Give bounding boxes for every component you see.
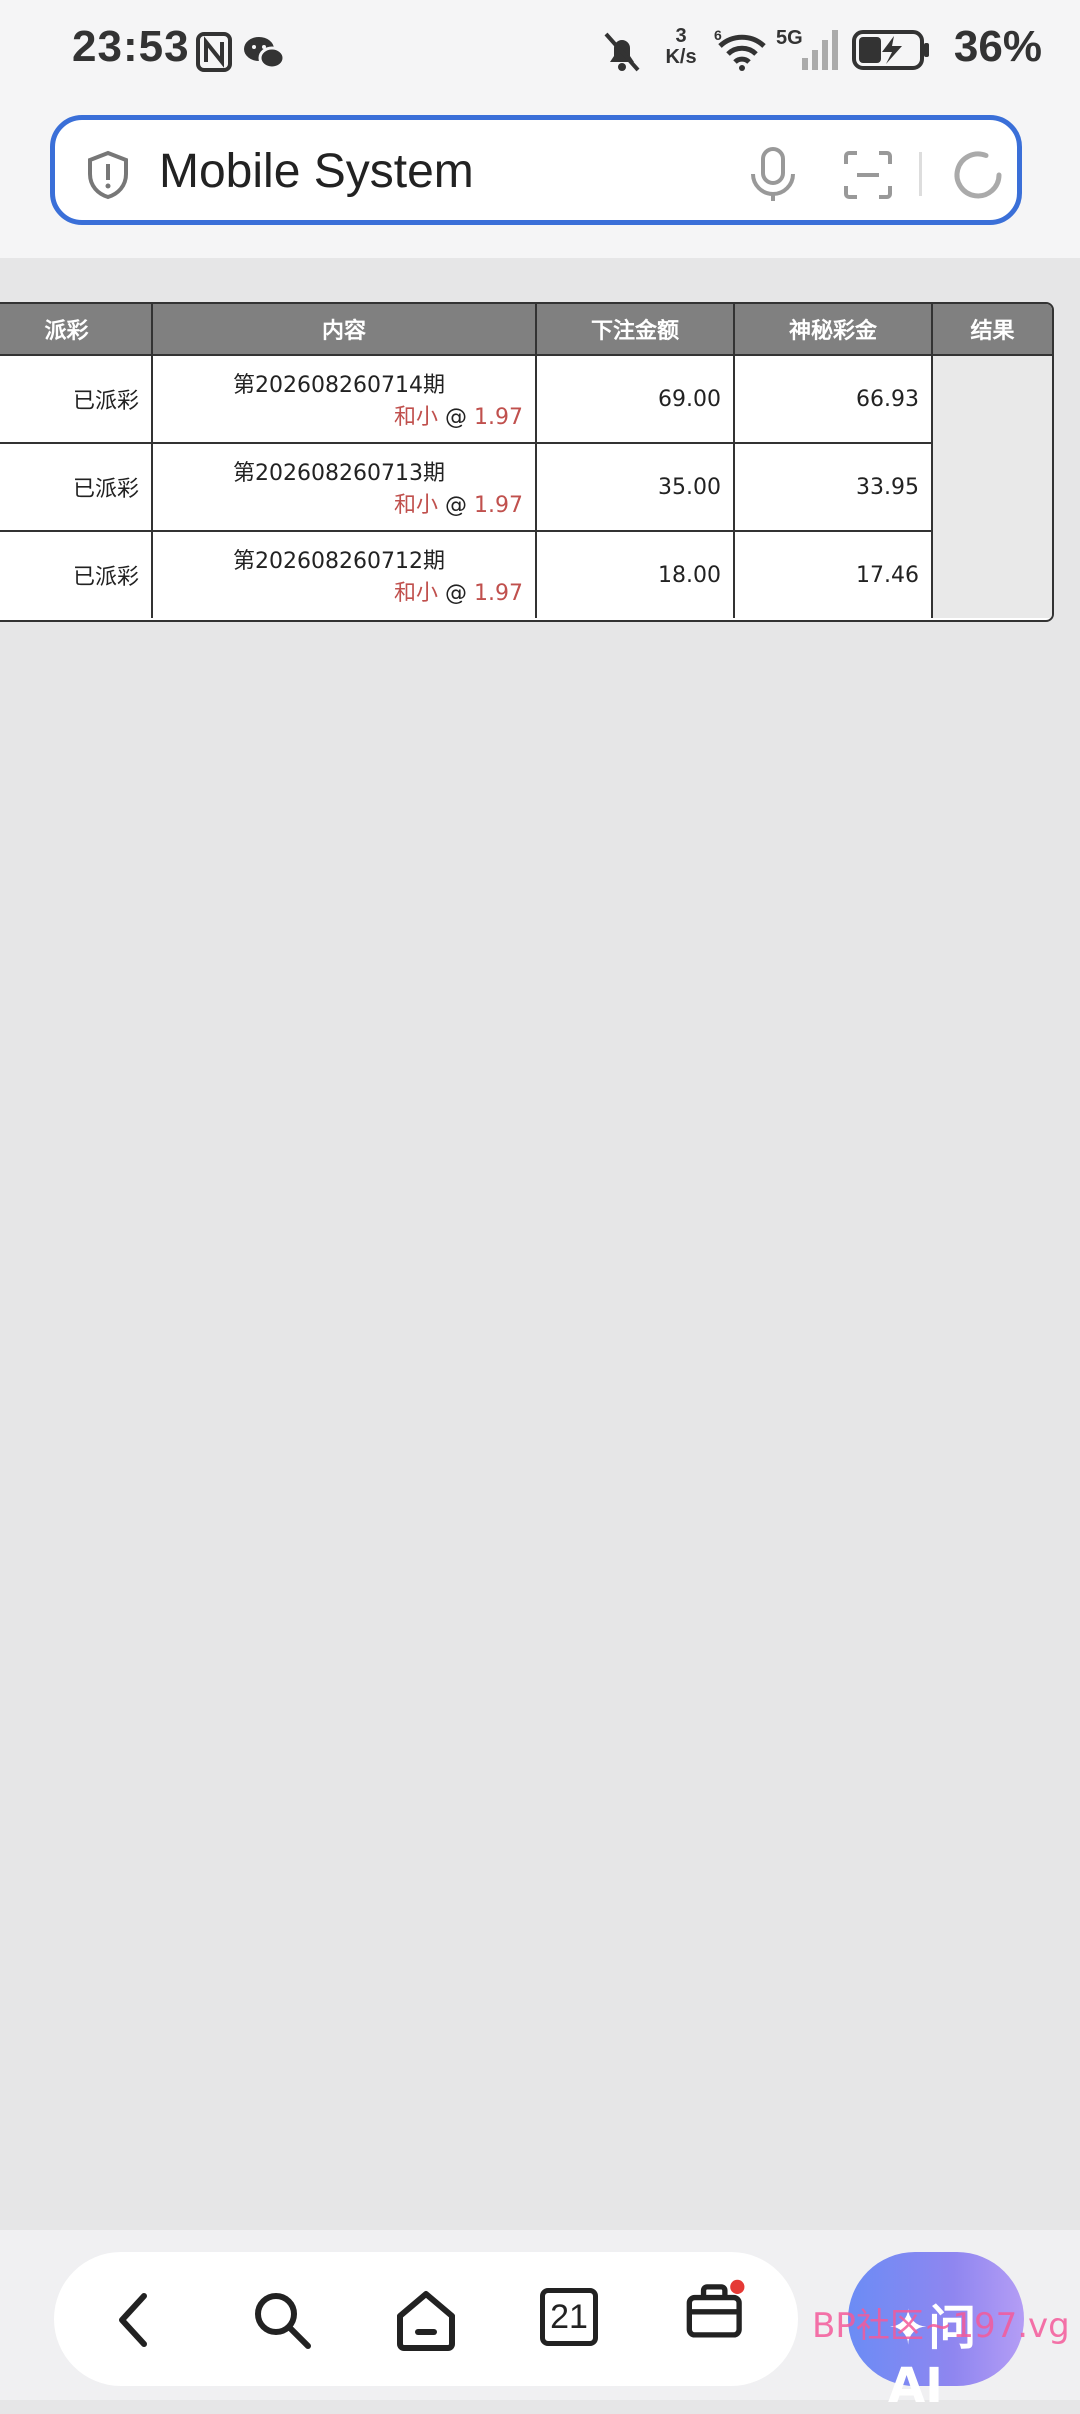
bet-type: 和小	[394, 493, 439, 518]
odds: 1.97	[474, 581, 523, 606]
back-icon[interactable]	[104, 2288, 168, 2352]
payout-status: 已派彩	[0, 531, 153, 618]
security-shield-icon[interactable]	[85, 150, 131, 200]
bet-content: 第202608260714期 和小 @ 1.97	[152, 355, 537, 444]
bet-type: 和小	[394, 405, 439, 430]
issue-number: 第202608260713期	[233, 461, 445, 486]
bet-amount: 35.00	[536, 443, 735, 532]
tabs-button[interactable]: 21	[540, 2288, 598, 2346]
bet-content: 第202608260713期 和小 @ 1.97	[152, 443, 537, 532]
bonus-amount: 33.95	[734, 443, 933, 532]
table-row[interactable]: 已派彩 第202608260713期 和小 @ 1.97 35.00 33.95	[0, 443, 1052, 532]
network-speed: 3 K/s	[658, 26, 704, 68]
home-icon[interactable]	[394, 2288, 458, 2352]
network-speed-unit: K/s	[665, 46, 697, 68]
wifi-icon: 6	[714, 28, 766, 71]
refresh-icon[interactable]	[949, 146, 1007, 204]
watermark-text: BP社区~197.vg	[812, 2306, 1070, 2346]
bet-line: 和小 @ 1.97	[153, 399, 535, 431]
bet-amount: 18.00	[536, 531, 735, 618]
browser-header: Mobile System	[0, 100, 1080, 258]
column-header-bet-amount[interactable]: 下注金额	[536, 304, 735, 356]
notification-dot	[730, 2279, 745, 2294]
page-title[interactable]: Mobile System	[159, 144, 474, 199]
scan-icon[interactable]	[843, 150, 893, 200]
wifi-label: 6	[714, 28, 722, 43]
bet-amount: 69.00	[536, 355, 735, 444]
bonus-amount: 17.46	[734, 531, 933, 618]
result-cell	[932, 443, 1052, 531]
cellular-signal-icon: 5G	[776, 27, 838, 70]
at-sign: @	[445, 581, 468, 606]
column-header-result[interactable]: 结果	[932, 304, 1052, 356]
payout-status: 已派彩	[0, 355, 153, 444]
network-speed-value: 3	[675, 25, 687, 47]
mute-bell-icon	[604, 32, 640, 72]
tabs-count: 21	[550, 2298, 588, 2336]
status-time: 23:53	[72, 22, 190, 71]
at-sign: @	[445, 405, 468, 430]
result-cell	[932, 531, 1052, 618]
result-cell	[932, 355, 1052, 443]
nav-pill: 21	[54, 2252, 798, 2386]
bet-history-table: 派彩 内容 下注金额 神秘彩金 结果 已派彩 第202608260714期 和小…	[0, 302, 1054, 622]
address-bar-divider	[919, 152, 922, 196]
wechat-icon	[244, 37, 286, 70]
table-row[interactable]: 已派彩 第202608260712期 和小 @ 1.97 18.00 17.46	[0, 531, 1052, 618]
column-header-bonus[interactable]: 神秘彩金	[734, 304, 933, 356]
bet-table: 派彩 内容 下注金额 神秘彩金 结果 已派彩 第202608260714期 和小…	[0, 304, 1052, 618]
table-row[interactable]: 已派彩 第202608260714期 和小 @ 1.97 69.00 66.93	[0, 355, 1052, 444]
address-bar[interactable]: Mobile System	[50, 115, 1022, 225]
battery-level: 36%	[953, 22, 1042, 71]
nfc-icon	[196, 32, 232, 72]
bet-line: 和小 @ 1.97	[153, 575, 535, 607]
cell-label: 5G	[776, 27, 803, 49]
battery-charging-icon	[852, 30, 929, 70]
column-header-payout[interactable]: 派彩	[0, 304, 153, 356]
odds: 1.97	[474, 493, 523, 518]
status-bar: 23:53 3 K/s 6 5G 36%	[0, 0, 1080, 100]
bet-line: 和小 @ 1.97	[153, 487, 535, 519]
at-sign: @	[445, 493, 468, 518]
table-header-row: 派彩 内容 下注金额 神秘彩金 结果	[0, 304, 1052, 356]
search-icon[interactable]	[250, 2288, 314, 2352]
odds: 1.97	[474, 405, 523, 430]
bonus-amount: 66.93	[734, 355, 933, 444]
issue-number: 第202608260714期	[233, 373, 445, 398]
payout-status: 已派彩	[0, 443, 153, 532]
microphone-icon[interactable]	[747, 146, 799, 204]
column-header-content[interactable]: 内容	[152, 304, 537, 356]
bet-type: 和小	[394, 581, 439, 606]
toolbox-icon[interactable]	[684, 2278, 748, 2342]
bet-content: 第202608260712期 和小 @ 1.97	[152, 531, 537, 618]
issue-number: 第202608260712期	[233, 549, 445, 574]
